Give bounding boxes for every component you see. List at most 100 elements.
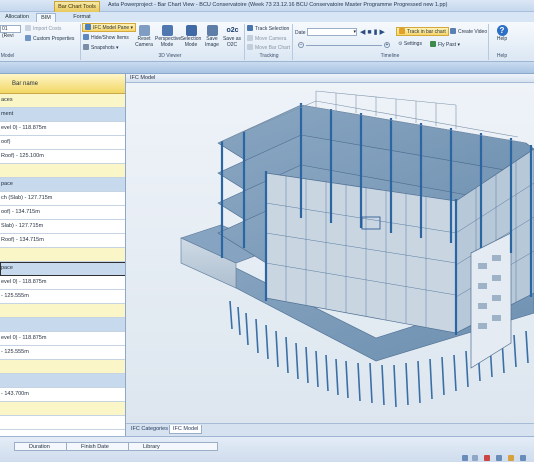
hide-show-items-button[interactable]: Hide/Show Items <box>83 34 129 41</box>
help-icon: ? <box>496 25 508 36</box>
bar-row[interactable]: ment <box>0 108 125 122</box>
ribbon-separator <box>244 24 245 60</box>
bar-row[interactable] <box>0 416 125 430</box>
bar-row[interactable]: oof) <box>0 136 125 150</box>
move-camera-icon <box>247 35 253 41</box>
group-label-model: Model <box>0 53 15 59</box>
bar-row[interactable]: - 125.555m <box>0 346 125 360</box>
bar-row[interactable]: pace <box>0 262 125 276</box>
bar-row[interactable]: ch (Slab) - 127.715m <box>0 192 125 206</box>
hide-show-items-label: Hide/Show Items <box>91 35 129 41</box>
layout-icon[interactable] <box>520 455 526 461</box>
snapshots-button[interactable]: Snapshots ▾ <box>83 44 119 51</box>
stair-core <box>470 232 512 369</box>
ribbon-separator <box>80 24 81 60</box>
perspective-mode-button[interactable]: Perspective Mode <box>155 25 181 48</box>
ribbon-separator <box>292 24 293 60</box>
settings-button[interactable]: ⚙ Settings <box>398 41 422 47</box>
tab-allocation[interactable]: Allocation <box>2 13 32 22</box>
ifc-model-pane-title: IFC Model <box>126 74 534 83</box>
slider-plus-icon[interactable]: + <box>384 42 390 48</box>
save-image-button[interactable]: Save Image <box>203 25 221 48</box>
bar-row[interactable]: - 125.555m <box>0 290 125 304</box>
date-field[interactable]: ▾ <box>307 28 357 36</box>
ifc-model-pane-button[interactable]: IFC Model Pane ▾ <box>82 23 137 32</box>
move-camera-button[interactable]: Move Camera <box>247 35 286 42</box>
ifc-model-viewport[interactable] <box>126 83 534 423</box>
camera-icon <box>138 25 150 36</box>
save-as-o2c-button[interactable]: o2c Save as O2C <box>222 25 242 48</box>
track-selection-label: Track Selection <box>255 26 290 32</box>
bar-row[interactable]: evel 0) - 118.875m <box>0 276 125 290</box>
selection-mode-button[interactable]: Selection Mode <box>180 25 202 48</box>
move-bar-chart-button[interactable]: Move Bar Chart <box>247 44 290 51</box>
selection-mode-label: Selection Mode <box>180 36 202 48</box>
grid-icon[interactable] <box>496 455 502 461</box>
alert-icon[interactable] <box>484 455 490 461</box>
track-selection-button[interactable]: Track Selection <box>247 25 289 32</box>
cursor-icon <box>185 25 197 36</box>
bar-row[interactable]: Roof) - 134.715m <box>0 234 125 248</box>
track-in-bar-chart-label: Track in bar chart <box>407 29 446 35</box>
bar-row[interactable]: Roof) - 125.100m <box>0 150 125 164</box>
group-label-help: Help <box>496 53 508 59</box>
bar-row[interactable]: aces <box>0 94 125 108</box>
fly-past-label: Fly Past <box>438 42 457 48</box>
ribbon-bottom-strip <box>0 62 534 74</box>
bar-row[interactable]: evel 0) - 118.875m <box>0 122 125 136</box>
track-in-bar-chart-button[interactable]: Track in bar chart <box>396 27 449 36</box>
lock-icon[interactable] <box>508 455 514 461</box>
model-select[interactable]: 01 (Revi <box>0 25 21 39</box>
bar-name-header[interactable]: Bar name <box>0 74 125 94</box>
duration-field[interactable]: Duration <box>14 442 74 451</box>
bar-row[interactable] <box>0 318 125 332</box>
group-label-tracking: Tracking <box>259 53 279 59</box>
snapshots-icon <box>83 44 89 50</box>
ribbon-tab-row: Allocation BIM Format <box>0 12 534 22</box>
bar-row[interactable]: evel 0) - 118.875m <box>0 332 125 346</box>
reset-camera-button[interactable]: Reset Camera <box>134 25 154 48</box>
bar-row[interactable]: oof) - 134.715m <box>0 206 125 220</box>
hide-show-items-icon <box>83 34 89 40</box>
bar-row[interactable]: Slab) - 127.715m <box>0 220 125 234</box>
tab-ifc-model[interactable]: IFC Model <box>169 425 203 434</box>
import-costs-button[interactable]: Import Costs <box>25 25 61 32</box>
status-bar: Duration Finish Date Library <box>0 436 534 462</box>
create-video-button[interactable]: Create Video <box>450 28 487 35</box>
tab-ifc-categories[interactable]: IFC Categories <box>128 425 171 434</box>
fly-past-button[interactable]: Fly Past ▾ <box>430 41 460 48</box>
finish-date-field[interactable]: Finish Date <box>66 442 134 451</box>
bar-row[interactable]: - 143.700m <box>0 388 125 402</box>
chevron-down-icon: ▾ <box>353 29 356 35</box>
track-in-bar-chart-icon <box>399 28 405 34</box>
bar-row[interactable]: pace <box>0 178 125 192</box>
bar-row[interactable] <box>0 360 125 374</box>
bar-row[interactable] <box>0 164 125 178</box>
title-bar: Bar Chart Tools Asta Powerproject - Bar … <box>0 0 534 12</box>
o2c-icon: o2c <box>226 27 239 34</box>
help-button[interactable]: ? Help <box>492 25 512 43</box>
import-costs-icon <box>25 25 31 31</box>
tab-format[interactable]: Format <box>70 13 94 22</box>
slider-minus-icon[interactable]: − <box>298 42 304 48</box>
playback-controls[interactable]: ◀■▮▶ <box>360 28 387 36</box>
bar-row[interactable] <box>0 402 125 416</box>
play-icon: ▶ <box>379 29 387 36</box>
bar-row[interactable] <box>0 304 125 318</box>
custom-properties-label: Custom Properties <box>33 36 75 42</box>
fly-past-icon <box>430 41 436 47</box>
tab-bim[interactable]: BIM <box>36 13 56 22</box>
image-icon <box>206 25 218 36</box>
bar-row[interactable] <box>0 248 125 262</box>
bar-row[interactable] <box>0 374 125 388</box>
viewport-tab-strip: IFC Categories IFC Model <box>126 423 534 436</box>
custom-properties-button[interactable]: Custom Properties <box>25 35 74 42</box>
save-as-o2c-label: Save as O2C <box>222 36 242 48</box>
bar-name-panel: Bar name aces ment evel 0) - 118.875m oof) R… <box>0 74 126 436</box>
zoom-icon[interactable] <box>472 455 478 461</box>
library-field[interactable]: Library <box>128 442 218 451</box>
timeline-slider[interactable]: − + <box>298 42 390 48</box>
view-mode-icon[interactable] <box>462 455 468 461</box>
slider-track <box>306 45 382 46</box>
help-label: Help <box>496 36 508 42</box>
